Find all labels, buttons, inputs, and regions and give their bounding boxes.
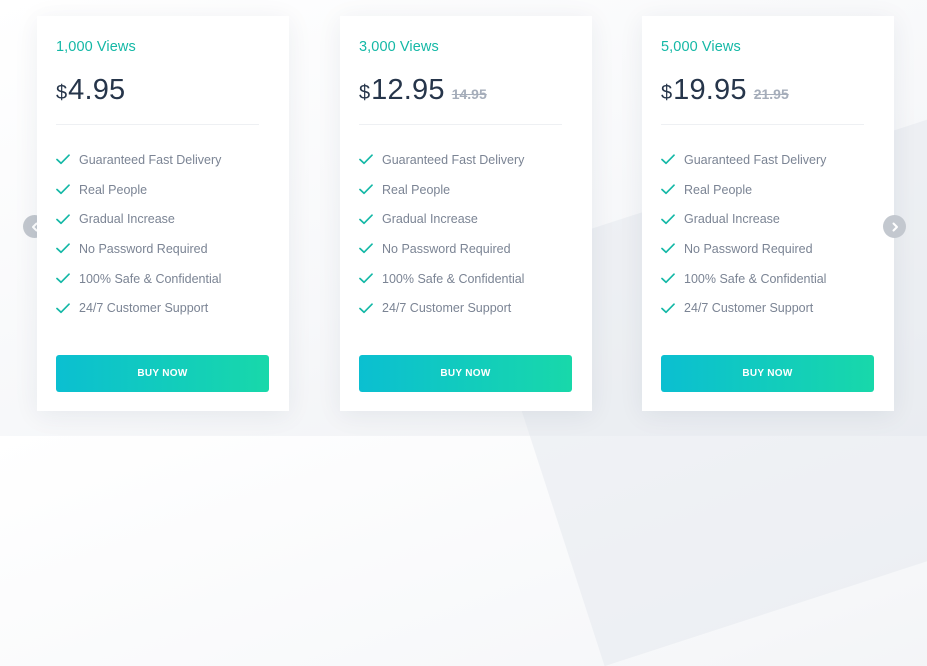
feature-item: Real People: [359, 175, 524, 205]
check-icon: [661, 273, 675, 284]
pricing-card: 5,000 Views $ 19.95 21.95 Guaranteed Fas…: [642, 16, 894, 411]
feature-list: Guaranteed Fast Delivery Real People Gra…: [661, 145, 826, 323]
next-slide-button[interactable]: [883, 215, 906, 238]
buy-now-button[interactable]: BUY NOW: [661, 355, 874, 392]
feature-list: Guaranteed Fast Delivery Real People Gra…: [359, 145, 524, 323]
feature-item: Guaranteed Fast Delivery: [56, 145, 221, 175]
feature-label: No Password Required: [382, 241, 511, 256]
pricing-card: 1,000 Views $ 4.95 Guaranteed Fast Deliv…: [37, 16, 289, 411]
feature-item: Gradual Increase: [661, 204, 826, 234]
check-icon: [56, 184, 70, 195]
check-icon: [359, 184, 373, 195]
divider: [359, 124, 562, 125]
feature-label: Real People: [382, 182, 451, 197]
check-icon: [56, 243, 70, 254]
feature-item: 100% Safe & Confidential: [661, 264, 826, 294]
feature-item: Guaranteed Fast Delivery: [661, 145, 826, 175]
feature-label: 100% Safe & Confidential: [684, 271, 827, 286]
price: $ 19.95 21.95: [661, 74, 789, 107]
plan-name: 3,000 Views: [359, 39, 439, 55]
check-icon: [56, 273, 70, 284]
feature-item: Guaranteed Fast Delivery: [359, 145, 524, 175]
feature-label: 100% Safe & Confidential: [382, 271, 525, 286]
feature-label: Guaranteed Fast Delivery: [684, 152, 827, 167]
pricing-carousel: 1,000 Views $ 4.95 Guaranteed Fast Deliv…: [0, 0, 927, 436]
feature-label: Guaranteed Fast Delivery: [79, 152, 222, 167]
price: $ 12.95 14.95: [359, 74, 487, 107]
feature-item: Real People: [56, 175, 221, 205]
feature-item: No Password Required: [359, 234, 524, 264]
check-icon: [661, 214, 675, 224]
check-icon: [359, 243, 373, 254]
currency-symbol: $: [359, 82, 371, 104]
feature-label: Real People: [684, 182, 753, 197]
chevron-right-icon: [892, 222, 898, 231]
check-icon: [359, 273, 373, 284]
feature-item: Real People: [661, 175, 826, 205]
price-amount: 4.95: [68, 74, 126, 106]
check-icon: [359, 154, 373, 165]
buy-now-button[interactable]: BUY NOW: [56, 355, 269, 392]
buy-now-button[interactable]: BUY NOW: [359, 355, 572, 392]
original-price: 21.95: [753, 86, 789, 102]
feature-item: Gradual Increase: [359, 204, 524, 234]
divider: [56, 124, 259, 125]
price-amount: 19.95: [673, 74, 747, 106]
feature-item: Gradual Increase: [56, 204, 221, 234]
feature-item: 24/7 Customer Support: [359, 293, 524, 323]
feature-label: Guaranteed Fast Delivery: [382, 152, 525, 167]
feature-label: Gradual Increase: [79, 212, 175, 227]
check-icon: [56, 303, 70, 313]
feature-label: Gradual Increase: [382, 212, 478, 227]
check-icon: [661, 184, 675, 195]
feature-item: 100% Safe & Confidential: [359, 264, 524, 294]
currency-symbol: $: [56, 82, 68, 104]
original-price: 14.95: [451, 86, 487, 102]
plan-name: 1,000 Views: [56, 39, 136, 55]
check-icon: [359, 214, 373, 224]
feature-label: Real People: [79, 182, 148, 197]
feature-label: Gradual Increase: [684, 212, 780, 227]
check-icon: [56, 154, 70, 165]
feature-list: Guaranteed Fast Delivery Real People Gra…: [56, 145, 221, 323]
check-icon: [661, 154, 675, 165]
divider: [661, 124, 864, 125]
check-icon: [56, 214, 70, 224]
feature-item: 24/7 Customer Support: [56, 293, 221, 323]
currency-symbol: $: [661, 82, 673, 104]
feature-label: No Password Required: [684, 241, 813, 256]
feature-label: 24/7 Customer Support: [382, 301, 512, 316]
feature-label: No Password Required: [79, 241, 208, 256]
check-icon: [661, 243, 675, 254]
plan-name: 5,000 Views: [661, 39, 741, 55]
price-amount: 12.95: [371, 74, 445, 106]
pricing-card: 3,000 Views $ 12.95 14.95 Guaranteed Fas…: [340, 16, 592, 411]
feature-label: 100% Safe & Confidential: [79, 271, 222, 286]
check-icon: [661, 303, 675, 313]
price: $ 4.95: [56, 74, 125, 107]
feature-item: 24/7 Customer Support: [661, 293, 826, 323]
check-icon: [359, 303, 373, 313]
feature-label: 24/7 Customer Support: [79, 301, 209, 316]
feature-item: No Password Required: [56, 234, 221, 264]
feature-item: No Password Required: [661, 234, 826, 264]
feature-item: 100% Safe & Confidential: [56, 264, 221, 294]
feature-label: 24/7 Customer Support: [684, 301, 814, 316]
